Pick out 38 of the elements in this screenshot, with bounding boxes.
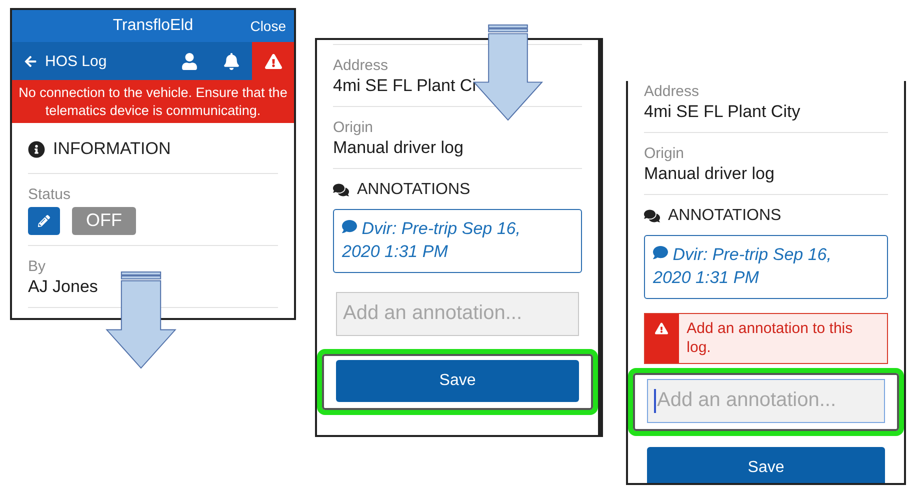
annotation-error-message: Add an annotation to this log. (644, 312, 888, 364)
bell-icon[interactable] (222, 52, 240, 70)
field-value: Manual driver log (333, 138, 464, 158)
field-label: Address (333, 57, 390, 74)
comment-icon (653, 245, 668, 260)
comments-icon (644, 208, 660, 224)
save-button[interactable]: Save (336, 360, 579, 402)
field-label: Status (28, 186, 72, 204)
annotation-entry[interactable]: Dvir: Pre-trip Sep 16, 2020 1:31 PM (644, 235, 888, 299)
app-title: TransfloEld (112, 17, 194, 35)
duty-status-badge: OFF (72, 207, 136, 236)
info-icon (28, 140, 45, 158)
section-title: INFORMATION (53, 139, 171, 160)
field-label: Origin (644, 145, 686, 162)
save-button[interactable]: Save (647, 446, 885, 483)
warning-icon (264, 52, 282, 70)
section-title: ANNOTATIONS (357, 181, 470, 199)
field-label: Address (644, 83, 700, 100)
edit-button[interactable] (28, 207, 60, 236)
comments-icon (333, 182, 349, 198)
connection-error-banner: No connection to the vehicle. Ensure that the telematics device is communicating. (12, 80, 294, 124)
warning-icon (655, 322, 668, 335)
field-value: 4mi SE FL Plant Ci (333, 76, 477, 96)
field-value: AJ Jones (28, 277, 99, 298)
pencil-icon (38, 215, 50, 228)
field-value: Manual driver log (644, 164, 776, 184)
section-title: ANNOTATIONS (668, 207, 782, 225)
down-arrow-icon (105, 271, 177, 369)
field-value: 4mi SE FL Plant City (644, 102, 802, 122)
close-link[interactable]: Close (250, 18, 286, 34)
alert-button[interactable] (252, 42, 294, 80)
field-label: By (28, 258, 47, 276)
field-label: Origin (333, 119, 374, 136)
back-arrow-icon (24, 54, 37, 68)
comment-icon (342, 219, 357, 234)
annotation-entry[interactable]: Dvir: Pre-trip Sep 16, 2020 1:31 PM (333, 209, 582, 273)
text-cursor (654, 388, 656, 413)
person-icon[interactable] (180, 52, 198, 70)
